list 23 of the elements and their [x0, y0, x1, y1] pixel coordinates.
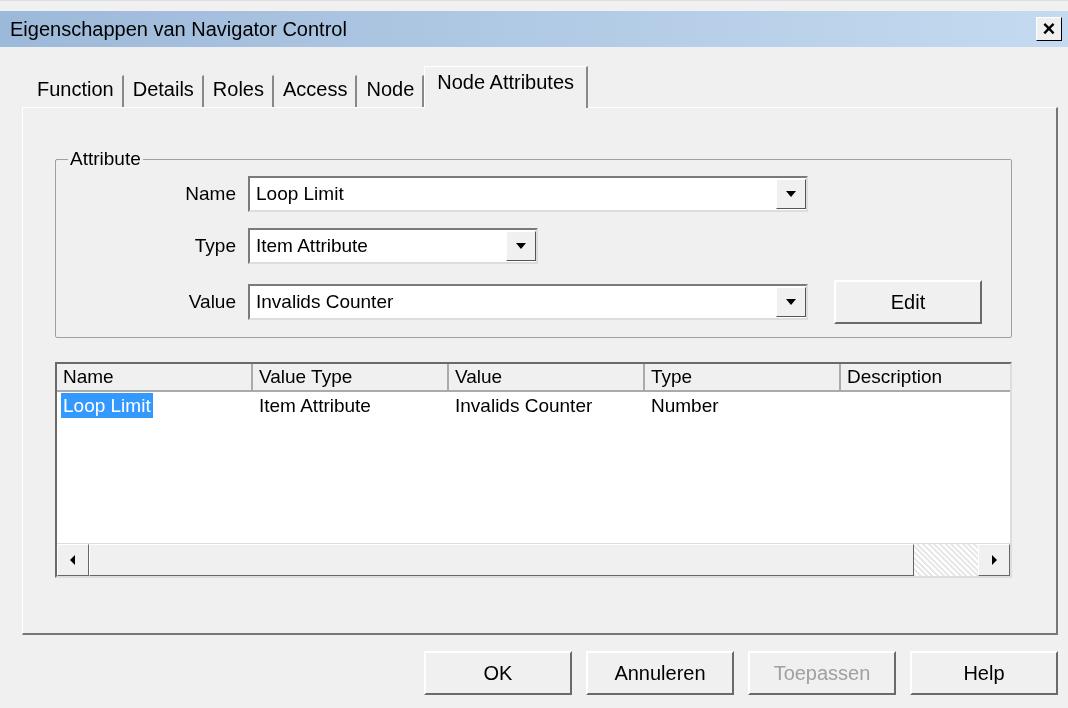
combo-box[interactable]: Item Attribute — [248, 228, 538, 264]
column-header[interactable]: Type — [645, 364, 841, 392]
field-label: Type — [193, 235, 236, 257]
field-label: Value — [187, 291, 236, 313]
edit-button[interactable]: Edit — [834, 280, 982, 324]
field-label: Name — [184, 183, 236, 205]
dialog-button[interactable]: Annuleren — [586, 651, 734, 695]
scroll-thumb[interactable] — [89, 544, 914, 576]
column-header[interactable]: Description — [841, 364, 1010, 392]
table-cell-text: Number — [650, 394, 720, 418]
window-title: Eigenschappen van Navigator Control — [10, 17, 347, 41]
column-header[interactable]: Value — [449, 364, 645, 392]
column-header[interactable]: Value Type — [253, 364, 449, 392]
combo-box[interactable]: Invalids Counter — [248, 284, 808, 320]
group-legend: Attribute — [68, 148, 143, 170]
close-button[interactable]: × — [1036, 17, 1062, 41]
table-cell-text: Item Attribute — [258, 394, 372, 418]
tab[interactable]: Node Attributes — [424, 66, 589, 108]
combo-box[interactable]: Loop Limit — [248, 176, 808, 212]
dialog-button[interactable]: Help — [910, 651, 1058, 695]
table-cell-text: Invalids Counter — [454, 394, 594, 418]
column-header[interactable]: Name — [57, 364, 253, 392]
dialog-button[interactable]: OK — [424, 651, 572, 695]
